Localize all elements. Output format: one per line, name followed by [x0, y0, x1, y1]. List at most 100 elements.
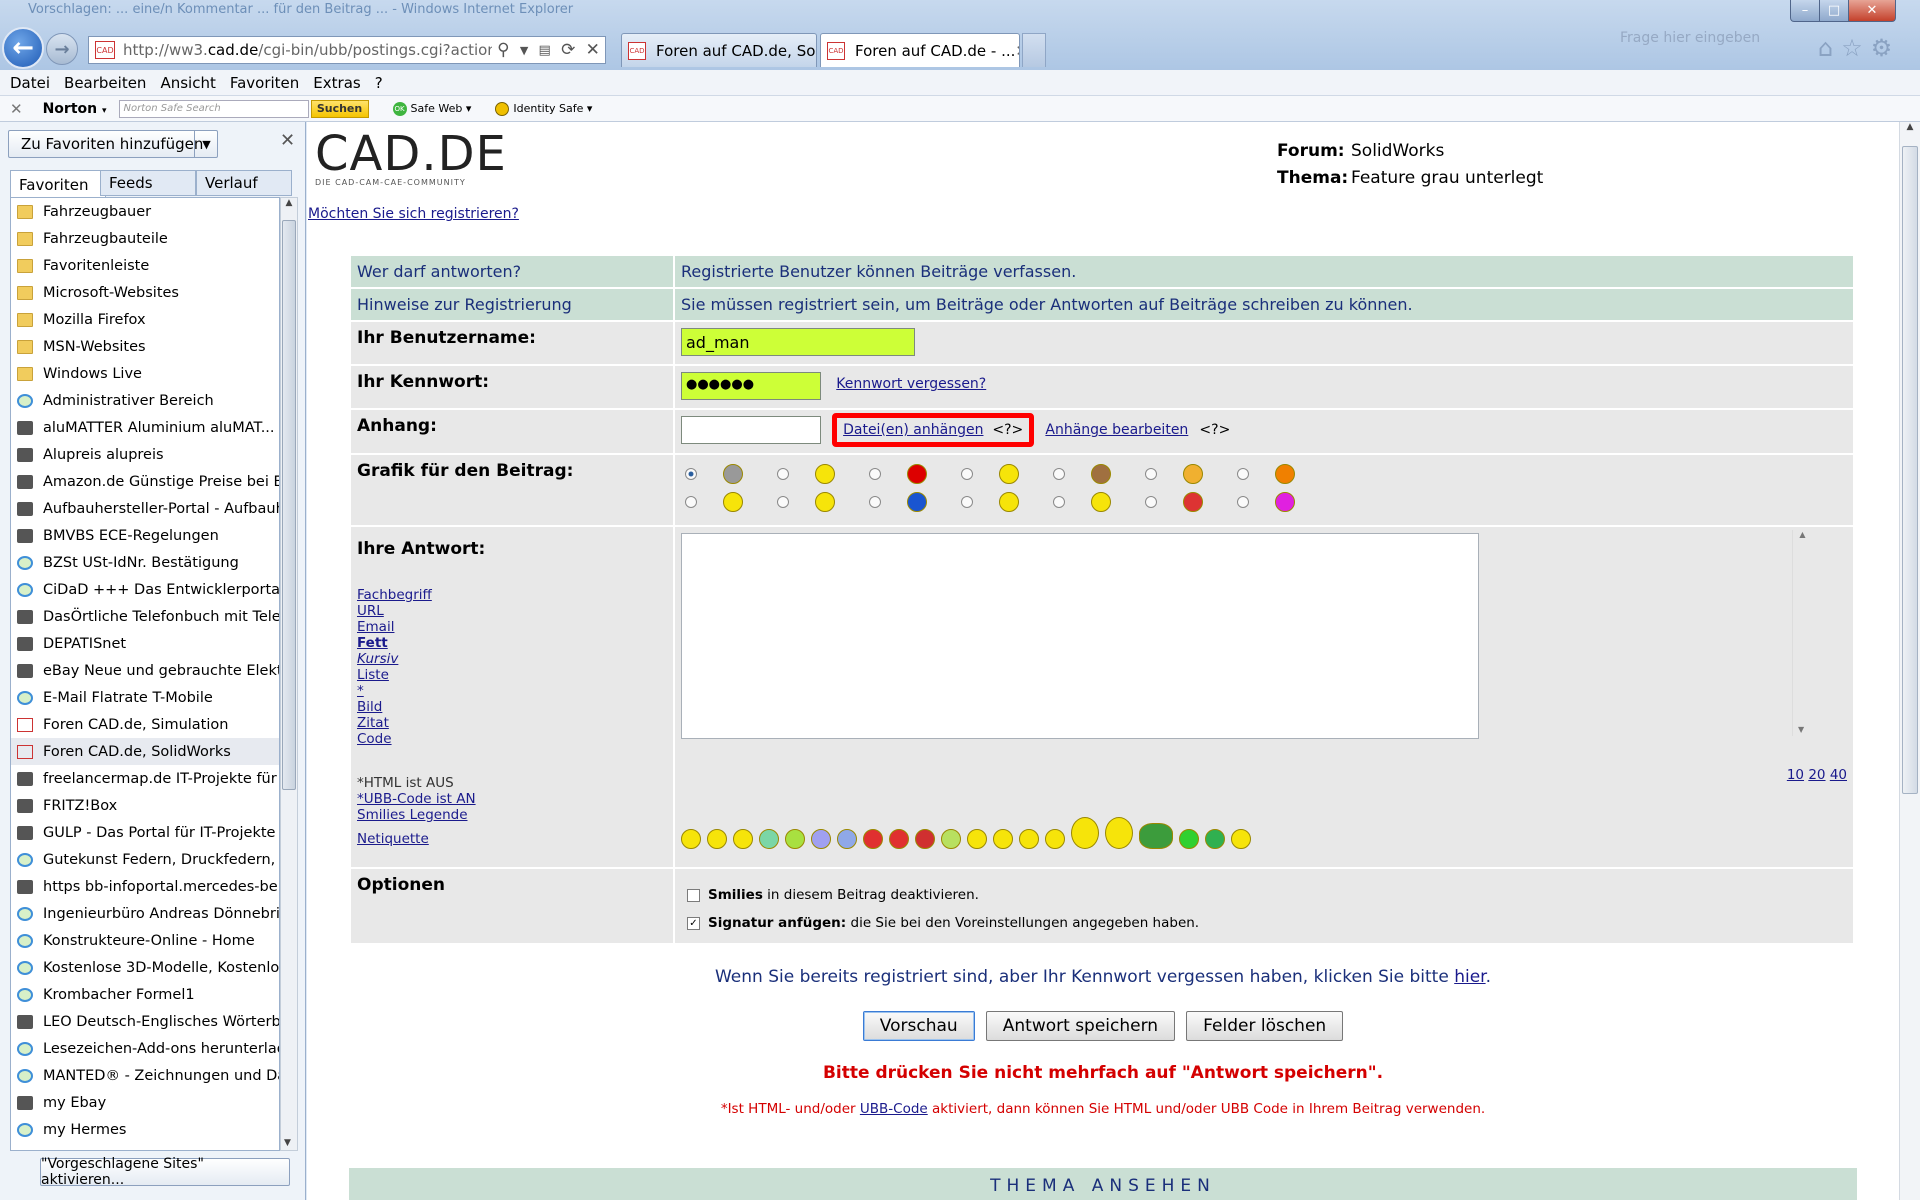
- post-icon-option[interactable]: [961, 491, 1053, 519]
- favorite-item[interactable]: Favoritenleiste: [11, 252, 279, 279]
- size-20-link[interactable]: 20: [1808, 767, 1825, 783]
- minimize-button[interactable]: –: [1790, 0, 1820, 22]
- ubb-code-link[interactable]: Liste: [357, 667, 667, 683]
- add-to-favorites-button[interactable]: Zu Favoriten hinzufügen: [8, 130, 218, 158]
- post-icon-option[interactable]: [1237, 491, 1329, 519]
- chevron-down-icon[interactable]: ▼: [520, 44, 528, 57]
- ubb-code-link[interactable]: Fett: [357, 635, 667, 651]
- post-icon-radio[interactable]: [961, 495, 973, 508]
- smiley-icon[interactable]: [863, 829, 883, 849]
- favorite-item[interactable]: CiDaD +++ Das Entwicklerportal ...: [11, 576, 279, 603]
- ubb-code-link[interactable]: Fachbegriff: [357, 587, 667, 603]
- ubb-code-link[interactable]: Zitat: [357, 715, 667, 731]
- signature-checkbox[interactable]: ✓: [687, 916, 700, 930]
- smiley-icon[interactable]: [681, 829, 701, 849]
- forward-button[interactable]: →: [46, 33, 78, 65]
- ubb-code-link[interactable]: URL: [357, 603, 667, 619]
- norton-logo[interactable]: Norton ▾: [43, 101, 107, 117]
- size-40-link[interactable]: 40: [1830, 767, 1847, 783]
- menu-extras[interactable]: Extras: [313, 74, 360, 92]
- safe-web-button[interactable]: OK Safe Web ▾: [392, 101, 471, 116]
- favorite-item[interactable]: Kostenlose 3D-Modelle, Kostenlos...: [11, 954, 279, 981]
- post-icon-option[interactable]: [961, 463, 1053, 491]
- post-icon-option[interactable]: [685, 491, 777, 519]
- clear-fields-button[interactable]: Felder löschen: [1186, 1011, 1344, 1041]
- attachment-input[interactable]: [681, 416, 821, 444]
- back-button[interactable]: ←: [2, 27, 44, 69]
- favorite-item[interactable]: eBay Neue und gebrauchte Elektr...: [11, 657, 279, 684]
- post-icon-radio[interactable]: [1053, 467, 1065, 480]
- stop-icon[interactable]: ✕: [586, 40, 600, 60]
- answer-textarea[interactable]: [681, 533, 1479, 739]
- search-icon[interactable]: ⚲: [497, 40, 509, 60]
- smiley-icon[interactable]: [1179, 829, 1199, 849]
- favorite-item[interactable]: Lesezeichen-Add-ons herunterlad...: [11, 1035, 279, 1062]
- smiley-icon[interactable]: [1139, 823, 1173, 849]
- edit-attachments-link[interactable]: Anhänge bearbeiten: [1045, 422, 1188, 438]
- page-scrollbar[interactable]: ▲: [1899, 122, 1920, 1200]
- forgot-here-link[interactable]: hier: [1454, 967, 1485, 987]
- favorite-item[interactable]: FRITZ!Box: [11, 792, 279, 819]
- netiquette-link[interactable]: Netiquette: [357, 831, 667, 847]
- smiley-icon[interactable]: [993, 829, 1013, 849]
- post-icon-radio[interactable]: [685, 495, 697, 508]
- post-icon-radio[interactable]: [1053, 495, 1065, 508]
- favorite-item[interactable]: Foren CAD.de, Simulation: [11, 711, 279, 738]
- post-icon-radio[interactable]: [1237, 467, 1249, 480]
- close-icon[interactable]: ✕: [280, 130, 295, 151]
- scroll-up-icon[interactable]: ▲: [281, 198, 297, 208]
- star-icon[interactable]: ☆: [1841, 34, 1863, 62]
- new-tab-button[interactable]: [1022, 33, 1046, 67]
- favorite-item[interactable]: Alupreis alupreis: [11, 441, 279, 468]
- post-icon-option[interactable]: [1145, 491, 1237, 519]
- favorite-item[interactable]: E-Mail Flatrate T-Mobile: [11, 684, 279, 711]
- scroll-up-icon[interactable]: ▲: [1900, 122, 1920, 132]
- size-10-link[interactable]: 10: [1787, 767, 1804, 783]
- ubb-code-link[interactable]: Kursiv: [357, 651, 667, 667]
- smiley-icon[interactable]: [1045, 829, 1065, 849]
- favorite-item[interactable]: Gutekunst Federn, Druckfedern, Zu...: [11, 846, 279, 873]
- help-marker[interactable]: <?>: [1199, 422, 1230, 438]
- smiley-icon[interactable]: [759, 829, 779, 849]
- tab-solidworks[interactable]: CAD Foren auf CAD.de, Soli...: [621, 33, 817, 67]
- close-window-button[interactable]: ✕: [1848, 0, 1896, 22]
- password-input[interactable]: ●●●●●●: [681, 372, 821, 400]
- menu-help[interactable]: ?: [375, 74, 383, 92]
- post-icon-radio[interactable]: [685, 467, 697, 480]
- smiley-icon[interactable]: [1019, 829, 1039, 849]
- answer-scrollbar[interactable]: ▲ ▼: [1792, 530, 1812, 736]
- favorite-item[interactable]: Administrativer Bereich: [11, 387, 279, 414]
- smiley-icon[interactable]: [915, 829, 935, 849]
- ubb-code-link[interactable]: Bild: [357, 699, 667, 715]
- menu-bearbeiten[interactable]: Bearbeiten: [64, 74, 146, 92]
- favorite-item[interactable]: LEO Deutsch-Englisches Wörterbu...: [11, 1008, 279, 1035]
- identity-safe-button[interactable]: Identity Safe ▾: [495, 101, 592, 116]
- smiley-icon[interactable]: [733, 829, 753, 849]
- smiley-icon[interactable]: [1205, 829, 1225, 849]
- favorite-item[interactable]: Aufbauhersteller-Portal - Aufbauh...: [11, 495, 279, 522]
- post-icon-option[interactable]: [685, 463, 777, 491]
- close-tab-icon[interactable]: ✕: [1015, 42, 1019, 60]
- chevron-down-icon[interactable]: ▼: [194, 130, 218, 158]
- menu-datei[interactable]: Datei: [10, 74, 50, 92]
- favorite-item[interactable]: DasÖrtliche Telefonbuch mit Telef...: [11, 603, 279, 630]
- favorite-item[interactable]: https bb-infoportal.mercedes-be...: [11, 873, 279, 900]
- smiley-icon[interactable]: [1071, 817, 1099, 849]
- post-icon-radio[interactable]: [777, 467, 789, 480]
- post-icon-option[interactable]: [1145, 463, 1237, 491]
- favorite-item[interactable]: MSN-Websites: [11, 333, 279, 360]
- smiley-icon[interactable]: [941, 829, 961, 849]
- post-icon-option[interactable]: [777, 491, 869, 519]
- favorite-item[interactable]: BMVBS ECE-Regelungen: [11, 522, 279, 549]
- scroll-up-icon[interactable]: ▲: [1793, 530, 1812, 539]
- ubb-code-help-link[interactable]: UBB-Code: [860, 1101, 928, 1117]
- compat-view-icon[interactable]: ▤: [539, 43, 551, 58]
- menu-favoriten[interactable]: Favoriten: [230, 74, 299, 92]
- post-icon-radio[interactable]: [869, 467, 881, 480]
- forgot-password-link[interactable]: Kennwort vergessen?: [836, 376, 986, 392]
- smiley-icon[interactable]: [837, 829, 857, 849]
- maximize-button[interactable]: □: [1819, 0, 1849, 22]
- scroll-down-icon[interactable]: ▼: [1798, 725, 1804, 734]
- help-marker[interactable]: <?>: [992, 422, 1023, 438]
- favorite-item[interactable]: Ingenieurbüro Andreas Dönnebrin...: [11, 900, 279, 927]
